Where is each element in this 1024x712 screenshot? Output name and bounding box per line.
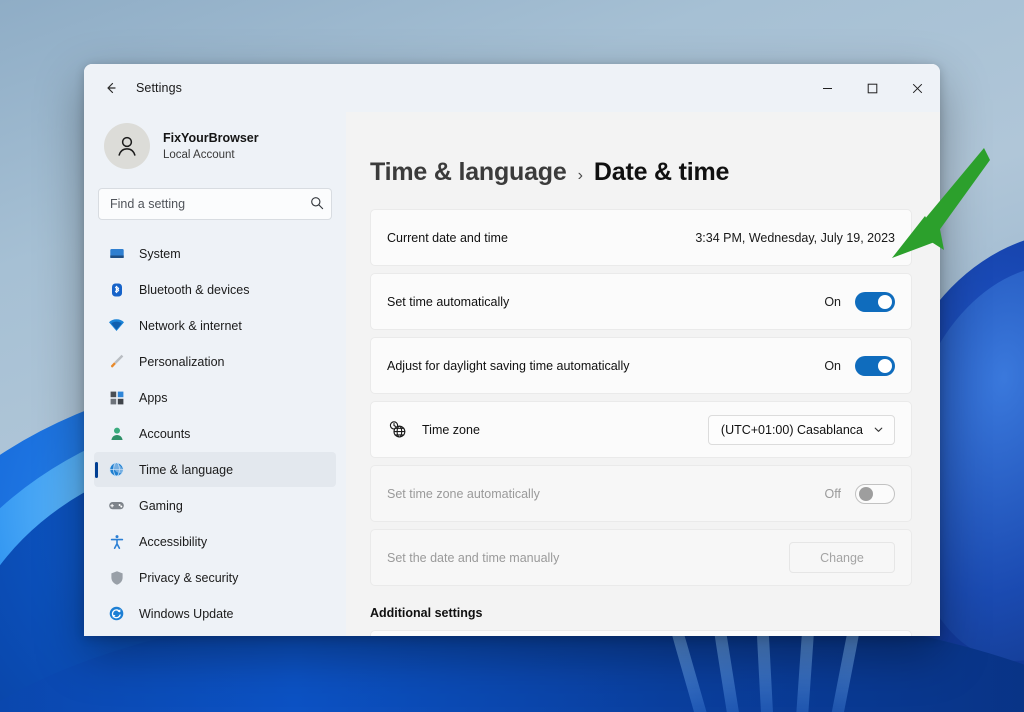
- chevron-right-icon: ›: [577, 167, 583, 184]
- breadcrumb: Time & language › Date & time: [370, 112, 912, 209]
- desktop-background: Settings FixYourBrowser Local Account Fi…: [0, 0, 1024, 712]
- adjust-daylight-saving-toggle[interactable]: [855, 355, 895, 376]
- gamepad-icon: [108, 497, 125, 514]
- row-label: Set time automatically: [387, 294, 510, 309]
- search-input[interactable]: [98, 188, 332, 220]
- row-time-zone: Time zone (UTC+01:00) Casablanca: [370, 401, 912, 458]
- wifi-icon: [108, 317, 125, 334]
- set-time-automatically-toggle[interactable]: [855, 291, 895, 312]
- sidebar-item-apps[interactable]: Apps: [94, 380, 336, 415]
- sidebar-item-network-internet[interactable]: Network & internet: [94, 308, 336, 343]
- account-subtitle: Local Account: [163, 148, 235, 161]
- settings-window: Settings FixYourBrowser Local Account Fi…: [84, 64, 940, 636]
- sidebar-item-label: Apps: [139, 390, 168, 405]
- close-button[interactable]: [895, 64, 940, 112]
- sidebar: FixYourBrowser Local Account Find a sett…: [84, 112, 346, 636]
- row-set-time-zone-automatically: Set time zone automatically Off: [370, 465, 912, 522]
- clock-globe-icon: [108, 461, 125, 478]
- page-title: Date & time: [593, 158, 730, 186]
- change-button[interactable]: Change: [789, 542, 895, 573]
- row-current-date-time: Current date and time 3:34 PM, Wednesday…: [370, 209, 912, 266]
- minimize-button[interactable]: [805, 64, 850, 112]
- row-set-date-time-manually: Set the date and time manually Change: [370, 529, 912, 586]
- sidebar-item-privacy-security[interactable]: Privacy & security: [94, 560, 336, 595]
- sidebar-item-label: Bluetooth & devices: [139, 282, 250, 297]
- monitor-icon: [108, 245, 125, 262]
- sidebar-item-label: Privacy & security: [139, 570, 239, 585]
- additional-settings-heading: Additional settings: [370, 606, 483, 620]
- breadcrumb-parent[interactable]: Time & language: [370, 158, 567, 187]
- row-label: Set the date and time manually: [387, 550, 560, 565]
- sidebar-item-time-language[interactable]: Time & language: [94, 452, 336, 487]
- sidebar-nav: System Bluetooth & devices Network & int…: [94, 236, 336, 631]
- sidebar-item-label: System: [139, 246, 181, 261]
- accessibility-icon: [108, 533, 125, 550]
- main-content: Time & language › Date & time Current da…: [346, 112, 940, 636]
- account-block[interactable]: FixYourBrowser Local Account: [94, 112, 336, 174]
- search-container: [94, 174, 336, 220]
- account-icon: [108, 425, 125, 442]
- sidebar-item-label: Time & language: [139, 462, 234, 477]
- row-adjust-daylight-saving: Adjust for daylight saving time automati…: [370, 337, 912, 394]
- bluetooth-icon: [108, 281, 125, 298]
- update-icon: [108, 605, 125, 622]
- back-arrow-icon[interactable]: [96, 73, 126, 103]
- row-set-time-automatically: Set time automatically On: [370, 273, 912, 330]
- sidebar-item-bluetooth-devices[interactable]: Bluetooth & devices: [94, 272, 336, 307]
- window-title: Settings: [136, 81, 182, 95]
- chevron-down-icon: [873, 424, 884, 435]
- current-date-time-value: 3:34 PM, Wednesday, July 19, 2023: [695, 230, 895, 245]
- row-label: Time zone: [422, 422, 480, 437]
- sidebar-item-label: Network & internet: [139, 318, 242, 333]
- sidebar-item-personalization[interactable]: Personalization: [94, 344, 336, 379]
- toggle-state-label: On: [824, 358, 841, 373]
- row-label: Current date and time: [387, 230, 508, 245]
- sidebar-item-label: Windows Update: [139, 606, 234, 621]
- person-avatar-icon: [104, 123, 150, 169]
- paintbrush-icon: [108, 353, 125, 370]
- sidebar-item-label: Accessibility: [139, 534, 208, 549]
- row-label: Set time zone automatically: [387, 486, 540, 501]
- set-time-zone-automatically-toggle[interactable]: [855, 483, 895, 504]
- clock-globe-icon: [387, 420, 407, 440]
- shield-icon: [108, 569, 125, 586]
- toggle-state-label: On: [824, 294, 841, 309]
- row-sync-now: Sync now Last successful time synchroniz…: [370, 630, 912, 636]
- sidebar-item-label: Personalization: [139, 354, 225, 369]
- title-bar: Settings: [84, 64, 940, 112]
- sidebar-item-accessibility[interactable]: Accessibility: [94, 524, 336, 559]
- window-controls: [805, 64, 940, 112]
- window-body: FixYourBrowser Local Account Find a sett…: [84, 112, 940, 636]
- row-label: Adjust for daylight saving time automati…: [387, 358, 630, 373]
- time-zone-dropdown[interactable]: (UTC+01:00) Casablanca: [707, 414, 895, 445]
- sidebar-item-label: Accounts: [139, 426, 191, 441]
- sidebar-item-gaming[interactable]: Gaming: [94, 488, 336, 523]
- toggle-state-label: Off: [824, 486, 841, 501]
- sidebar-item-accounts[interactable]: Accounts: [94, 416, 336, 451]
- account-name: FixYourBrowser: [163, 130, 259, 145]
- apps-icon: [108, 389, 125, 406]
- sidebar-item-label: Gaming: [139, 498, 183, 513]
- sidebar-item-system[interactable]: System: [94, 236, 336, 271]
- sidebar-item-windows-update[interactable]: Windows Update: [94, 596, 336, 631]
- maximize-button[interactable]: [850, 64, 895, 112]
- time-zone-value: (UTC+01:00) Casablanca: [720, 422, 863, 437]
